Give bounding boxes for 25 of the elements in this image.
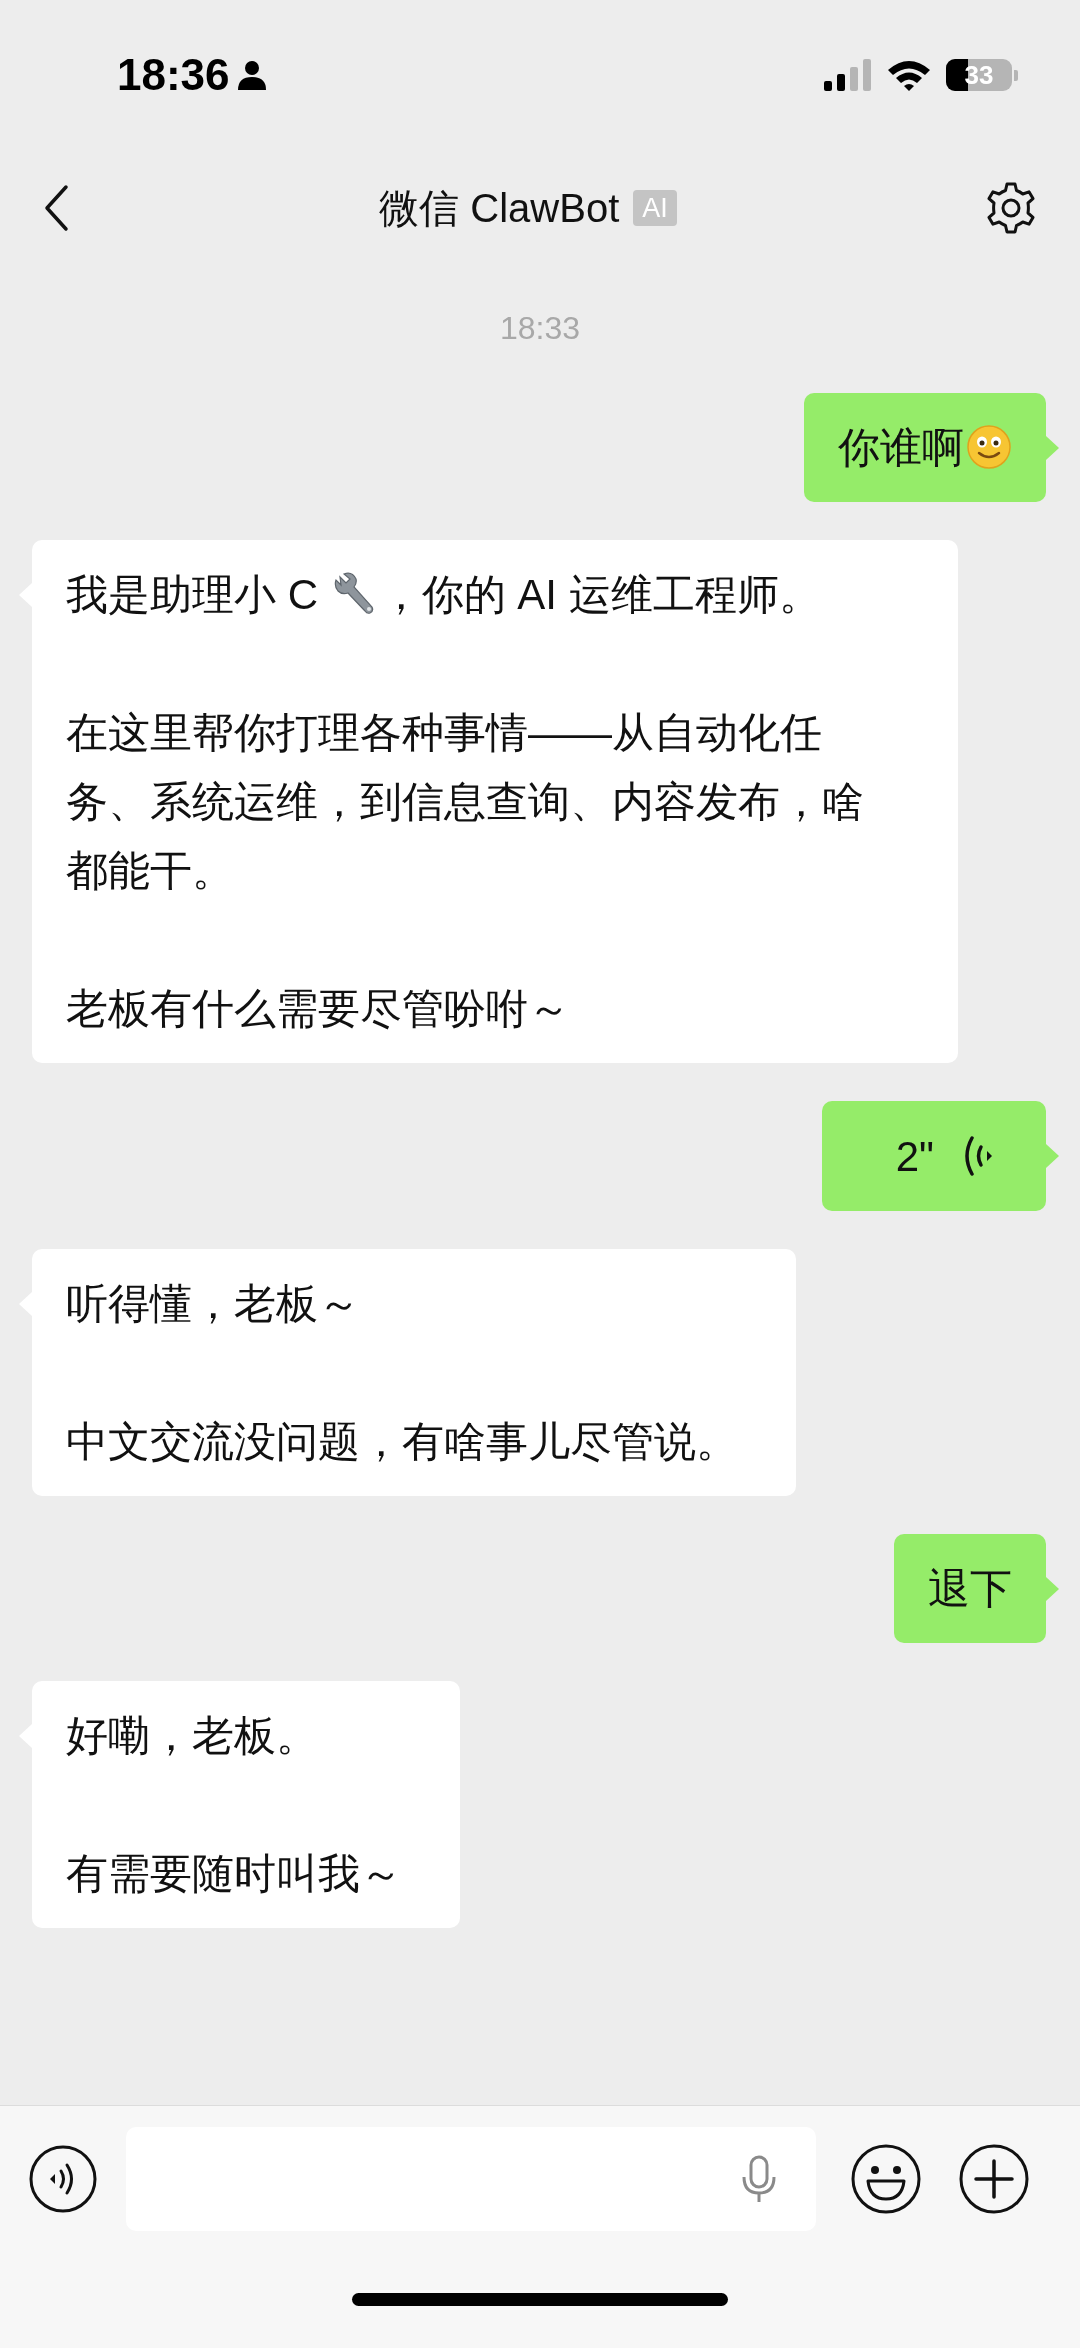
emoji-icon[interactable]: [850, 2142, 922, 2215]
ai-badge: AI: [633, 189, 677, 226]
wifi-icon: [886, 58, 932, 92]
chat-title: 微信 ClawBot: [379, 184, 620, 232]
message-text: 中文交流没问题，有啥事儿尽管说。: [66, 1417, 738, 1467]
microphone-icon[interactable]: [740, 2154, 778, 2203]
voice-message[interactable]: 2": [822, 1101, 1046, 1211]
signal-icon: [824, 59, 872, 91]
message-timestamp: 18:33: [499, 309, 581, 348]
voice-input-icon[interactable]: [28, 2143, 98, 2214]
message-text: 你谁啊: [838, 413, 1012, 482]
bubble-tail: [1046, 1144, 1059, 1168]
message-text: 老板有什么需要尽管吩咐～: [66, 984, 571, 1034]
status-time: 18:36: [117, 49, 230, 101]
message-input[interactable]: [126, 2126, 816, 2231]
message-text: 我是助理小 C ，你的 AI 运维工程师。: [66, 570, 822, 620]
message-text: 有需要随时叫我～: [66, 1849, 402, 1899]
message-text: 好嘞，老板。: [66, 1711, 319, 1761]
message-text: 在这里帮你打理各种事情——从自动化任务、系统运维，到信息查询、内容发布，啥都能干。: [66, 708, 865, 896]
message-text: 听得懂，老板～: [66, 1279, 361, 1329]
settings-icon[interactable]: [984, 180, 1038, 235]
plus-icon[interactable]: [958, 2142, 1030, 2215]
person-icon: [235, 59, 268, 91]
smiley-icon: [966, 424, 1012, 470]
message-text: 退下: [928, 1564, 1012, 1614]
